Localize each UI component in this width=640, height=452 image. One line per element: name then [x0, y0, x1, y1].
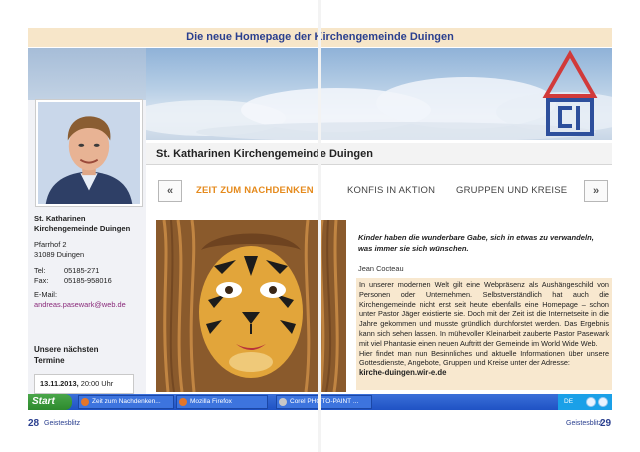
article-paragraph-1: In unserer modernen Welt gilt eine Webpr… — [359, 280, 609, 348]
quote-text: Kinder haben die wunderbare Gabe, sich i… — [358, 233, 594, 253]
taskbar-item-label: Zeit zum Nachdenken... — [92, 398, 161, 405]
taskbar-item-label: Corel PHOTO-PAINT ... — [290, 398, 359, 405]
events-heading-line2: Termine — [34, 356, 65, 365]
tray-network-icon[interactable] — [586, 397, 596, 407]
site-title: St. Katharinen Kirchengemeinde Duingen — [146, 143, 612, 165]
sidebar-sky-strip — [28, 48, 146, 100]
email-label: E-Mail: — [34, 290, 57, 299]
nav-item-gruppen-und-kreise[interactable]: GRUPPEN UND KREISE — [456, 180, 567, 202]
tel-value: 05185-271 — [64, 266, 100, 275]
taskbar-item-label: Mozilla Firefox — [190, 398, 232, 405]
tel-label: Tel: — [34, 266, 46, 275]
nav-prev-button[interactable]: « — [158, 180, 182, 202]
tray-volume-icon[interactable] — [598, 397, 608, 407]
article-paragraph-2: Hier findet man nun Besinnliches und akt… — [359, 348, 609, 368]
event-item[interactable]: 13.11.2013, 20:00 Uhr — [34, 374, 134, 394]
contact-org-line1: St. Katharinen — [34, 214, 86, 223]
firefox-icon — [81, 398, 89, 406]
taskbar-item-corel-photo-paint[interactable]: Corel PHOTO-PAINT ... — [276, 395, 372, 409]
contact-city: 31089 Duingen — [34, 250, 85, 259]
firefox-icon — [179, 398, 187, 406]
article-text: In unserer modernen Welt gilt eine Webpr… — [356, 278, 612, 390]
contact-org-line2: Kirchengemeinde Duingen — [34, 224, 131, 233]
right-page-label: Geistesblitz — [566, 420, 603, 427]
contact-tel-row: Tel: 05185-271 — [34, 266, 146, 276]
left-page-number: 28 — [28, 418, 40, 429]
sidebar: St. Katharinen Kirchengemeinde Duingen P… — [28, 48, 146, 394]
taskbar-item-mozilla-firefox[interactable]: Mozilla Firefox — [176, 395, 268, 409]
quote-author: Jean Cocteau — [358, 264, 404, 273]
right-page-number: 29 — [600, 418, 612, 429]
left-page-label: Geistesblitz — [44, 420, 81, 427]
corel-icon — [279, 398, 287, 406]
language-indicator[interactable]: DE — [564, 394, 573, 410]
contact-block: St. Katharinen Kirchengemeinde Duingen P… — [34, 214, 146, 310]
navigation-bar: « ZEIT ZUM NACHDENKEN KONFIS IN AKTION G… — [158, 180, 612, 202]
events-heading: Unsere nächsten Termine — [34, 344, 98, 366]
event-time: 20:00 Uhr — [80, 379, 114, 388]
nav-next-button[interactable]: » — [584, 180, 608, 202]
nav-item-konfis-in-aktion[interactable]: KONFIS IN AKTION — [347, 180, 435, 202]
pastor-portrait — [36, 100, 142, 206]
contact-fax-row: Fax: 05185-958016 — [34, 276, 146, 286]
fax-label: Fax: — [34, 276, 49, 285]
contact-street: Pfarrhof 2 — [34, 240, 67, 249]
article-site-address[interactable]: kirche-duingen.wir-e.de — [359, 368, 609, 378]
system-tray: DE — [558, 394, 612, 410]
event-date: 13.11.2013, — [40, 379, 79, 388]
church-logo-icon — [542, 50, 598, 136]
page-gutter — [318, 0, 321, 452]
taskbar-item-firefox-page[interactable]: Zeit zum Nachdenken... — [78, 395, 174, 409]
nav-item-zeit-zum-nachdenken[interactable]: ZEIT ZUM NACHDENKEN — [196, 180, 314, 202]
email-link[interactable]: andreas.pasewark@web.de — [34, 300, 146, 310]
fax-value: 05185-958016 — [64, 276, 112, 285]
start-button[interactable]: Start — [28, 394, 72, 410]
events-heading-line1: Unsere nächsten — [34, 345, 99, 354]
